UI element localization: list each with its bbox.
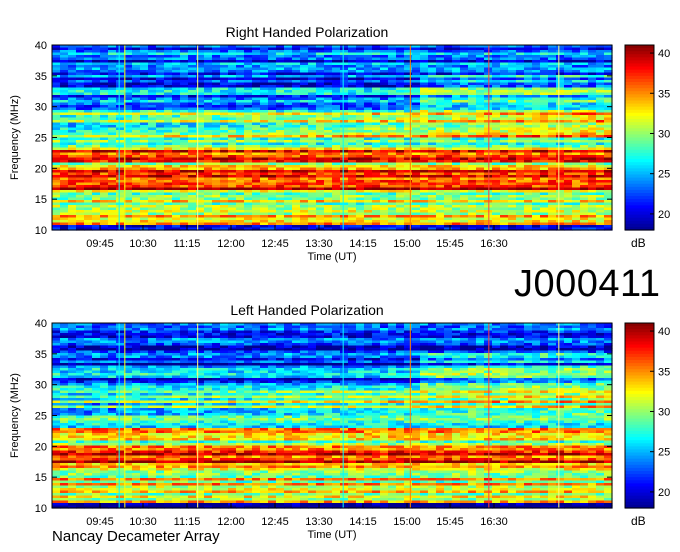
panel-right-polarization: Right Handed Polarization101520253035400… [9,24,670,263]
heatmap-cells [52,45,613,231]
